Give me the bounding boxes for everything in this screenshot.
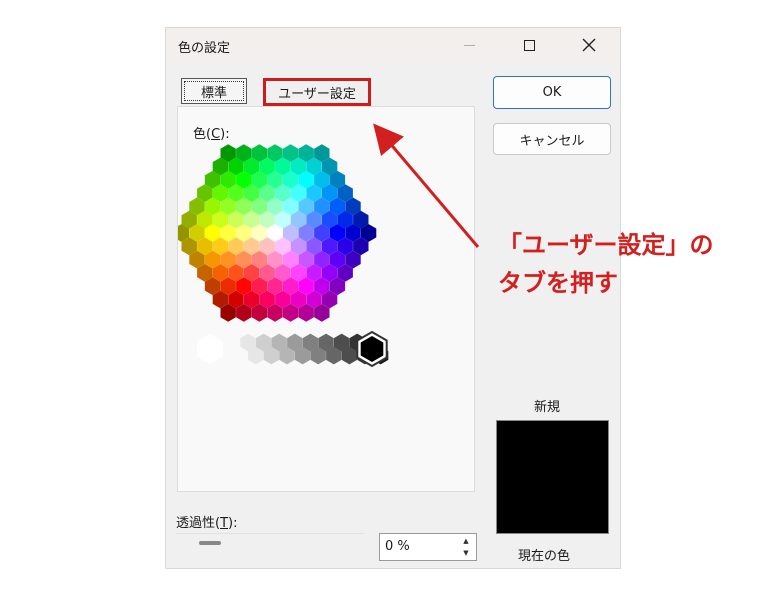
- annotation-line-1: 「ユーザー設定」の: [498, 231, 714, 259]
- arrow-line: [373, 123, 480, 248]
- annotation-line-2: タブを押す: [498, 269, 618, 297]
- annotation-text: 「ユーザー設定」の タブを押す: [498, 226, 714, 302]
